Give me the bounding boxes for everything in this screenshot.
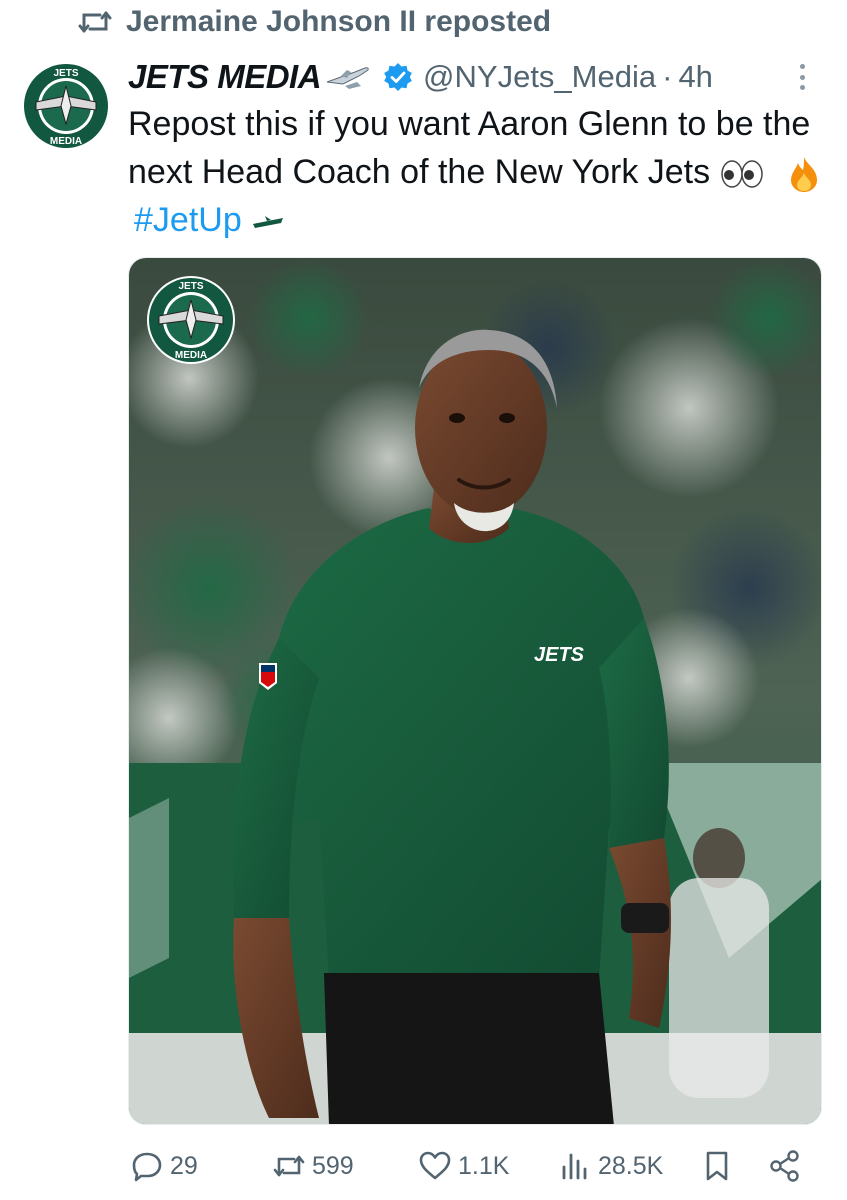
jets-media-logo-icon: JETS MEDIA xyxy=(22,62,110,150)
share-button[interactable] xyxy=(768,1143,802,1189)
repost-action-icon xyxy=(273,1155,305,1177)
post-body-text: Repost this if you want Aaron Glenn to b… xyxy=(128,105,811,191)
views-button[interactable]: 28.5K xyxy=(558,1143,663,1189)
fire-emoji-icon xyxy=(791,157,818,193)
reply-count: 29 xyxy=(170,1151,198,1180)
more-options-icon[interactable] xyxy=(787,60,817,94)
jets-hashflag-icon xyxy=(253,216,284,229)
coach-photo: JETS JETS MEDIA xyxy=(129,258,821,1124)
post-header: JETS MEDIA @NYJets_Media · 4h xyxy=(128,56,817,98)
repost-banner[interactable]: Jermaine Johnson II reposted xyxy=(78,2,551,42)
views-chart-icon xyxy=(562,1153,587,1180)
reply-button[interactable]: 29 xyxy=(130,1143,198,1189)
post-time[interactable]: 4h xyxy=(678,59,712,95)
reply-icon xyxy=(132,1152,162,1182)
eyes-emoji-icon xyxy=(720,160,763,188)
repost-button[interactable]: 599 xyxy=(272,1143,354,1189)
handle[interactable]: @NYJets_Media xyxy=(423,59,656,95)
media-logo-icon: JETS MEDIA xyxy=(147,276,235,364)
heart-icon xyxy=(419,1151,451,1180)
post-image[interactable]: JETS JETS MEDIA xyxy=(128,257,822,1125)
like-button[interactable]: 1.1K xyxy=(418,1143,509,1189)
repost-icon xyxy=(78,11,112,33)
separator-dot: · xyxy=(662,59,673,94)
bookmark-icon xyxy=(706,1151,728,1181)
post-text: Repost this if you want Aaron Glenn to b… xyxy=(128,100,828,244)
repost-banner-text: Jermaine Johnson II reposted xyxy=(126,5,552,38)
views-count: 28.5K xyxy=(598,1151,664,1180)
airplane-emoji-icon xyxy=(326,67,369,89)
verified-badge-icon xyxy=(384,63,412,91)
avatar-ring-top-text: JETS xyxy=(53,68,78,79)
display-name[interactable]: JETS MEDIA xyxy=(128,58,322,96)
avatar[interactable]: JETS MEDIA xyxy=(22,62,110,150)
shirt-logo-text: JETS xyxy=(534,644,585,666)
repost-count: 599 xyxy=(312,1151,354,1180)
bookmark-button[interactable] xyxy=(700,1143,734,1189)
action-bar: 29 599 1.1K 28.5K xyxy=(130,1143,810,1189)
share-icon xyxy=(770,1150,799,1182)
media-logo-top-text: JETS xyxy=(178,281,203,292)
avatar-ring-bottom-text: MEDIA xyxy=(50,136,82,147)
like-count: 1.1K xyxy=(458,1151,510,1180)
media-logo-bottom-text: MEDIA xyxy=(175,350,207,361)
hashtag-link[interactable]: #JetUp xyxy=(134,201,242,239)
